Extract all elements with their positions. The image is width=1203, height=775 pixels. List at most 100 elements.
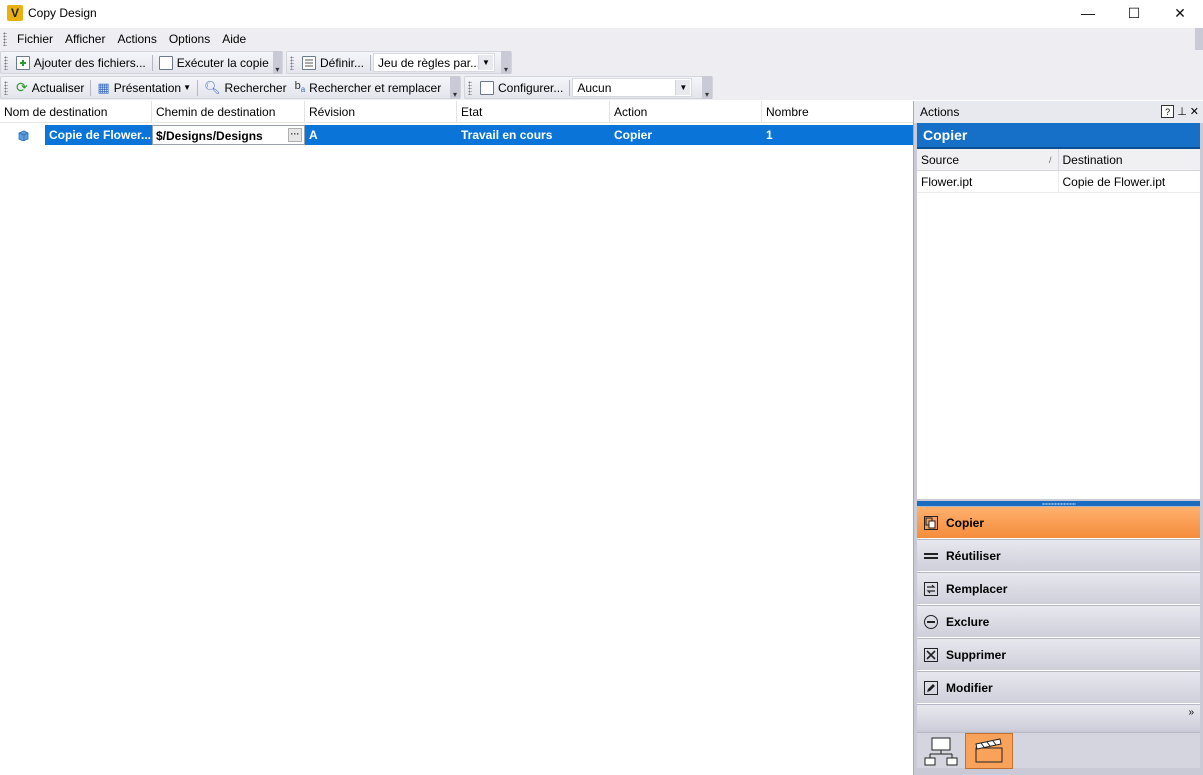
toolbar-overflow-icon[interactable]: ▾ <box>272 51 282 74</box>
edit-icon <box>924 680 938 695</box>
close-icon[interactable]: ✕ <box>1190 105 1199 118</box>
cell-source: Flower.ipt <box>917 171 1059 192</box>
column-header-path[interactable]: Chemin de destination <box>152 101 305 122</box>
toolbar-row-2: ⟳ Actualiser ▦ Présentation ▼ 🔍︎ Recherc… <box>0 75 1203 100</box>
ruleset-select[interactable]: Jeu de règles par... ▼ <box>373 53 496 72</box>
replace-icon <box>924 581 938 596</box>
menu-bar: Fichier Afficher Actions Options Aide <box>0 28 1203 50</box>
tab-actions[interactable] <box>965 733 1013 769</box>
action-replace-button[interactable]: Remplacer <box>917 572 1200 605</box>
panel-title-bar: Actions ? ⊥ ✕ <box>914 101 1203 123</box>
menu-options[interactable]: Options <box>163 28 216 50</box>
refresh-icon: ⟳ <box>16 79 28 95</box>
presentation-button[interactable]: ▦ Présentation ▼ <box>93 77 195 98</box>
table-row[interactable]: Copie de Flower... $/Designs/Designs ···… <box>0 125 913 145</box>
actions-panel: Actions ? ⊥ ✕ Copier Source / Destinatio… <box>913 101 1203 775</box>
action-modify-label: Modifier <box>946 680 993 695</box>
presentation-label: Présentation <box>113 80 182 95</box>
chevron-down-icon[interactable]: ▼ <box>478 55 494 70</box>
column-header-action[interactable]: Action <box>610 101 762 122</box>
action-modify-button[interactable]: Modifier <box>917 671 1200 704</box>
separator <box>569 79 571 96</box>
add-files-button[interactable]: Ajouter des fichiers... <box>12 52 150 73</box>
cell-action[interactable]: Copier <box>610 125 762 145</box>
app-icon: V <box>7 5 23 21</box>
toolbar-overflow-icon[interactable]: ▾ <box>501 51 511 74</box>
table-row[interactable]: Flower.ipt Copie de Flower.ipt <box>917 171 1200 193</box>
file-toolbar: Ajouter des fichiers... Exécuter la copi… <box>0 51 283 74</box>
column-header-count[interactable]: Nombre <box>762 101 913 122</box>
search-icon: 🔍︎ <box>204 79 221 95</box>
run-copy-label: Exécuter la copie <box>176 55 269 70</box>
copy-icon <box>924 515 938 530</box>
action-copy-button[interactable]: Copier <box>917 506 1200 539</box>
separator <box>151 54 153 71</box>
refresh-label: Actualiser <box>31 80 85 95</box>
pin-icon[interactable]: ⊥ <box>1177 105 1187 118</box>
chevron-down-icon[interactable]: ▼ <box>675 80 691 95</box>
replace-text-icon: ba <box>294 80 306 95</box>
config-toolbar: Configurer... Aucun ▼ ▾ <box>464 76 713 99</box>
filter-select[interactable]: Aucun ▼ <box>572 78 693 97</box>
action-delete-button[interactable]: Supprimer <box>917 638 1200 671</box>
search-button[interactable]: 🔍︎ Rechercher <box>200 77 291 98</box>
more-actions-button[interactable]: » <box>917 704 1200 730</box>
chevron-down-icon: ▼ <box>183 83 192 92</box>
grip-icon[interactable] <box>4 55 8 70</box>
menu-aide[interactable]: Aide <box>216 28 252 50</box>
maximize-button[interactable]: ☐ <box>1111 0 1157 26</box>
action-exclude-button[interactable]: Exclure <box>917 605 1200 638</box>
source-destination-table: Source / Destination Flower.ipt Copie de… <box>917 149 1200 499</box>
structure-icon <box>924 737 958 766</box>
close-button[interactable]: ✕ <box>1157 0 1203 26</box>
table-header: Source / Destination <box>917 149 1200 171</box>
tab-structure[interactable] <box>917 733 965 769</box>
cell-path[interactable]: $/Designs/Designs ··· <box>152 125 305 145</box>
equals-icon <box>924 549 938 563</box>
browse-button[interactable]: ··· <box>288 128 302 142</box>
search-label: Rechercher <box>224 80 287 95</box>
menu-actions[interactable]: Actions <box>111 28 162 50</box>
cell-name[interactable]: Copie de Flower... <box>45 125 152 145</box>
x-box-icon <box>924 647 938 662</box>
separator <box>370 54 372 71</box>
column-header-source[interactable]: Source / <box>917 149 1059 170</box>
define-button[interactable]: Définir... <box>298 52 368 73</box>
column-header-revision[interactable]: Révision <box>305 101 457 122</box>
cell-state[interactable]: Travail en cours <box>457 125 610 145</box>
grip-icon[interactable] <box>468 80 472 95</box>
search-replace-button[interactable]: ba Rechercher et remplacer <box>291 77 446 98</box>
run-copy-button[interactable]: Exécuter la copie <box>155 52 273 73</box>
column-header-name[interactable]: Nom de destination <box>0 101 152 122</box>
cell-count[interactable]: 1 <box>762 125 913 145</box>
cell-revision[interactable]: A <box>305 125 457 145</box>
action-exclude-label: Exclure <box>946 614 990 629</box>
sort-icon: / <box>1048 155 1052 165</box>
panel-header: Copier <box>917 123 1200 149</box>
clapperboard-icon <box>975 738 1003 763</box>
menu-fichier[interactable]: Fichier <box>11 28 59 50</box>
help-icon[interactable]: ? <box>1161 105 1175 118</box>
grip-icon[interactable] <box>290 55 294 70</box>
toolbar-overflow-icon[interactable]: ▾ <box>450 76 460 99</box>
list-icon <box>302 55 316 70</box>
menu-afficher[interactable]: Afficher <box>59 28 111 50</box>
action-reuse-label: Réutiliser <box>946 548 1001 563</box>
action-reuse-button[interactable]: Réutiliser <box>917 539 1200 572</box>
grip-icon[interactable] <box>3 32 7 46</box>
column-header-state[interactable]: Etat <box>457 101 610 122</box>
window-title: Copy Design <box>28 6 97 20</box>
define-label: Définir... <box>320 55 365 70</box>
copy-file-icon <box>158 55 173 70</box>
grip-icon[interactable] <box>4 80 8 95</box>
toolbar-row-1: Ajouter des fichiers... Exécuter la copi… <box>0 50 1203 75</box>
add-file-icon <box>15 55 30 70</box>
column-header-destination[interactable]: Destination <box>1059 149 1201 170</box>
menu-overflow[interactable] <box>1195 28 1203 50</box>
refresh-button[interactable]: ⟳ Actualiser <box>12 77 88 98</box>
minimize-button[interactable]: — <box>1065 0 1111 26</box>
toolbar-overflow-icon[interactable]: ▾ <box>702 76 712 99</box>
configure-icon <box>480 80 494 95</box>
action-copy-label: Copier <box>946 515 985 530</box>
configure-button[interactable]: Configurer... <box>476 77 567 98</box>
